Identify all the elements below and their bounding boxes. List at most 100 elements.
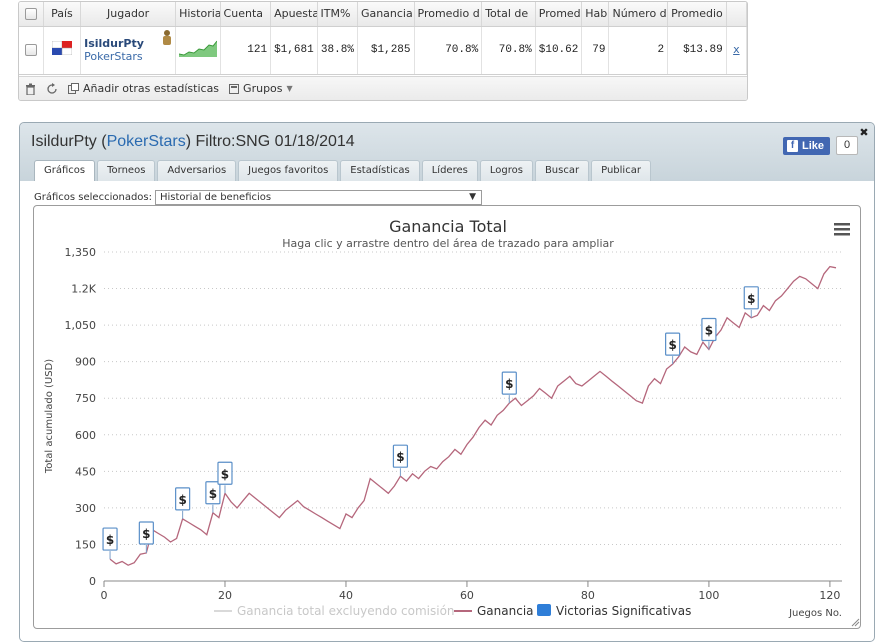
col-header-cuenta[interactable]: Cuenta xyxy=(220,2,272,27)
chart-subtitle: Haga clic y arrastre dentro del área de … xyxy=(282,237,614,250)
title-player: IsildurPty ( xyxy=(31,133,107,150)
x-tick-label: 40 xyxy=(339,589,353,602)
y-tick-label: 450 xyxy=(75,465,96,478)
tab-lideres[interactable]: Líderes xyxy=(421,160,478,181)
row-checkbox[interactable] xyxy=(24,43,37,56)
facebook-icon: f xyxy=(787,140,798,152)
chevron-down-icon: ▼ xyxy=(286,84,293,93)
select-all-header[interactable] xyxy=(19,2,44,27)
dollar-icon: $ xyxy=(668,338,676,352)
menu-icon[interactable] xyxy=(834,223,850,236)
title-filter: ) Filtro:SNG 01/18/2014 xyxy=(185,133,355,150)
col-header-remove xyxy=(726,2,747,27)
col-header-historia[interactable]: Historia xyxy=(175,2,221,27)
col-header-jugador[interactable]: Jugador xyxy=(80,2,177,27)
tab-logros[interactable]: Logros xyxy=(479,160,533,181)
col-header-promedio[interactable]: Promedio xyxy=(667,2,727,27)
refresh-icon xyxy=(47,82,57,94)
player-stats-table: País Jugador Historia Cuenta Apuesta ITM… xyxy=(19,2,747,75)
col-header-total-de[interactable]: Total de xyxy=(481,2,536,27)
cell-habil: 79 xyxy=(581,26,610,75)
chevron-down-icon: ▼ xyxy=(469,192,476,202)
profit-chart[interactable]: Ganancia TotalHaga clic y arrastre dentr… xyxy=(34,206,862,630)
table-row: IsildurPty PokerStars 121 $1,681 38.8% $… xyxy=(19,26,747,75)
col-header-apuesta[interactable]: Apuesta xyxy=(270,2,318,27)
chart-selector-row: Gráficos seleccionados: Historial de ben… xyxy=(34,190,482,205)
col-header-promedio-d[interactable]: Promedio d xyxy=(414,2,483,27)
x-tick-label: 20 xyxy=(218,589,232,602)
add-columns-icon xyxy=(68,83,79,94)
groups-dropdown[interactable]: Grupos ▼ xyxy=(229,82,293,95)
y-tick-label: 600 xyxy=(75,429,96,442)
tab-adversarios[interactable]: Adversarios xyxy=(157,160,237,181)
tab-torneos[interactable]: Torneos xyxy=(97,160,156,181)
delete-button[interactable] xyxy=(25,83,36,95)
trash-icon xyxy=(26,83,35,95)
window-header: IsildurPty (PokerStars) Filtro:SNG 01/18… xyxy=(20,123,874,182)
remove-player-cell[interactable]: x xyxy=(726,26,747,75)
tab-bar: Gráficos Torneos Adversarios Juegos favo… xyxy=(34,160,651,182)
like-label: Like xyxy=(802,140,825,152)
y-tick-label: 150 xyxy=(75,538,96,551)
col-header-pais[interactable]: País xyxy=(43,2,82,27)
x-tick-label: 80 xyxy=(581,589,595,602)
x-tick-label: 60 xyxy=(460,589,474,602)
col-header-numero-d[interactable]: Número d xyxy=(608,2,669,27)
facebook-like-button[interactable]: f Like xyxy=(783,137,830,155)
y-tick-label: 750 xyxy=(75,392,96,405)
tab-buscar[interactable]: Buscar xyxy=(534,160,590,181)
title-site-link[interactable]: PokerStars xyxy=(107,133,186,150)
dollar-icon: $ xyxy=(396,450,404,464)
remove-player-link[interactable]: x xyxy=(733,43,740,56)
avatar-icon xyxy=(163,29,172,45)
y-tick-label: 1,350 xyxy=(65,246,97,259)
add-stats-label: Añadir otras estadísticas xyxy=(83,82,220,95)
player-window: IsildurPty (PokerStars) Filtro:SNG 01/18… xyxy=(19,122,875,642)
tab-juegos-favoritos[interactable]: Juegos favoritos xyxy=(238,160,339,181)
like-count: 0 xyxy=(836,136,858,155)
cell-numero-d: 2 xyxy=(608,26,669,75)
col-header-ganancia[interactable]: Ganancia xyxy=(357,2,415,27)
col-header-habil[interactable]: Habil xyxy=(581,2,610,27)
legend-ganancia-label: Ganancia xyxy=(477,604,534,618)
player-site[interactable]: PokerStars xyxy=(84,50,172,63)
groups-label: Grupos xyxy=(243,82,283,95)
cell-ganancia: $1,285 xyxy=(357,26,415,75)
player-name[interactable]: IsildurPty xyxy=(84,37,172,50)
dollar-icon: $ xyxy=(221,467,229,481)
x-tick-label: 100 xyxy=(698,589,719,602)
chart-select-value: Historial de beneficios xyxy=(160,192,272,203)
row-select-cell[interactable] xyxy=(19,26,44,75)
table-header-row: País Jugador Historia Cuenta Apuesta ITM… xyxy=(19,2,747,27)
dollar-icon: $ xyxy=(178,493,186,507)
chart-container[interactable]: Ganancia Total Haga clic y arrastre dentr… xyxy=(33,205,861,629)
chart-select-dropdown[interactable]: Historial de beneficios ▼ xyxy=(155,190,482,205)
tab-graficos[interactable]: Gráficos xyxy=(34,160,96,182)
cell-promedio-d: 70.8% xyxy=(414,26,483,75)
legend-excl-label: Ganancia total excluyendo comisión xyxy=(237,604,455,618)
chart-title: Ganancia Total xyxy=(389,217,507,236)
refresh-button[interactable] xyxy=(46,82,58,95)
select-all-checkbox[interactable] xyxy=(24,8,37,21)
dollar-icon: $ xyxy=(209,487,217,501)
history-sparkline-cell[interactable] xyxy=(175,26,221,75)
col-header-itm[interactable]: ITM% xyxy=(317,2,358,27)
history-sparkline[interactable] xyxy=(178,39,218,57)
tab-publicar[interactable]: Publicar xyxy=(591,160,651,181)
player-stats-panel: País Jugador Historia Cuenta Apuesta ITM… xyxy=(18,1,748,101)
resize-grip-icon xyxy=(851,618,860,627)
add-stats-button[interactable]: Añadir otras estadísticas xyxy=(68,82,219,95)
close-icon[interactable]: ✖ xyxy=(858,127,870,139)
cell-apuesta: $1,681 xyxy=(270,26,318,75)
cell-promedio: $13.89 xyxy=(667,26,727,75)
cell-itm: 38.8% xyxy=(317,26,358,75)
tab-estadisticas[interactable]: Estadísticas xyxy=(340,160,420,181)
dollar-icon: $ xyxy=(505,377,513,391)
col-header-promedi[interactable]: Promedi xyxy=(535,2,583,27)
player-cell[interactable]: IsildurPty PokerStars xyxy=(80,26,177,75)
y-tick-label: 0 xyxy=(89,575,96,588)
y-axis-label: Total acumulado (USD) xyxy=(44,359,55,474)
dollar-icon: $ xyxy=(747,292,755,306)
window-title: IsildurPty (PokerStars) Filtro:SNG 01/18… xyxy=(31,133,355,151)
ganancia-series-line xyxy=(109,265,837,566)
